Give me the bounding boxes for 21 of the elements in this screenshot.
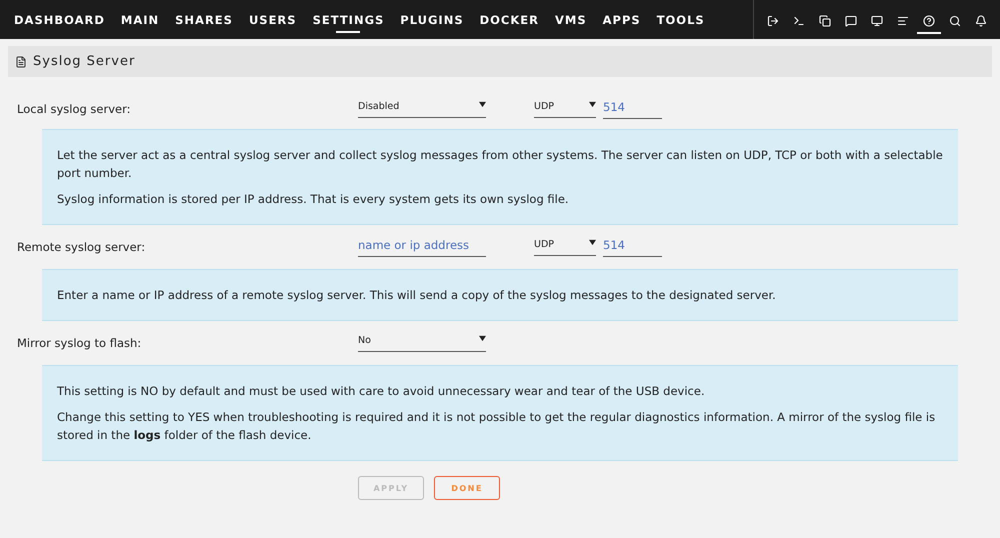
dropdown[interactable]: UDP	[534, 238, 596, 256]
port-field[interactable]: 514	[603, 238, 662, 256]
setting-label: Local syslog server:	[16, 102, 132, 116]
panel-title: Syslog Server	[33, 54, 136, 69]
help-text: Enter a name or IP address of a remote syslog server. This will send a copy of the syslog messages to the designated server.	[57, 287, 777, 304]
port-field[interactable]: 514	[603, 100, 662, 118]
caret-icon	[479, 100, 486, 108]
dropdown[interactable]: UDP	[534, 100, 596, 118]
help-text: Let the server act as a central syslog server and collect syslog messages from other systems. The server can listen on UDP, TCP or both with a selectable port number.	[57, 147, 943, 182]
setting-label: Mirror syslog to flash:	[16, 336, 142, 350]
setting-label: Remote syslog server:	[16, 240, 146, 254]
help-text: Syslog information is stored per IP address. That is every system gets its own syslog file.	[57, 191, 570, 208]
host-field[interactable]: name or ip address	[358, 238, 486, 256]
caret-icon	[589, 238, 596, 246]
caret-icon	[479, 334, 486, 342]
help-text: Change this setting to YES when troubleshooting is required and it is not possible to get the regular diagnostics information. A mirror of the syslog file is stored in the logs folder of the flash device.	[57, 409, 936, 444]
dropdown[interactable]: Disabled	[358, 100, 486, 118]
help-text: This setting is NO by default and must be used with care to avoid unnecessary wear and tear of the USB device.	[57, 383, 706, 400]
caret-icon	[589, 100, 596, 108]
dropdown[interactable]: No	[358, 334, 486, 352]
document-icon	[15, 56, 27, 68]
